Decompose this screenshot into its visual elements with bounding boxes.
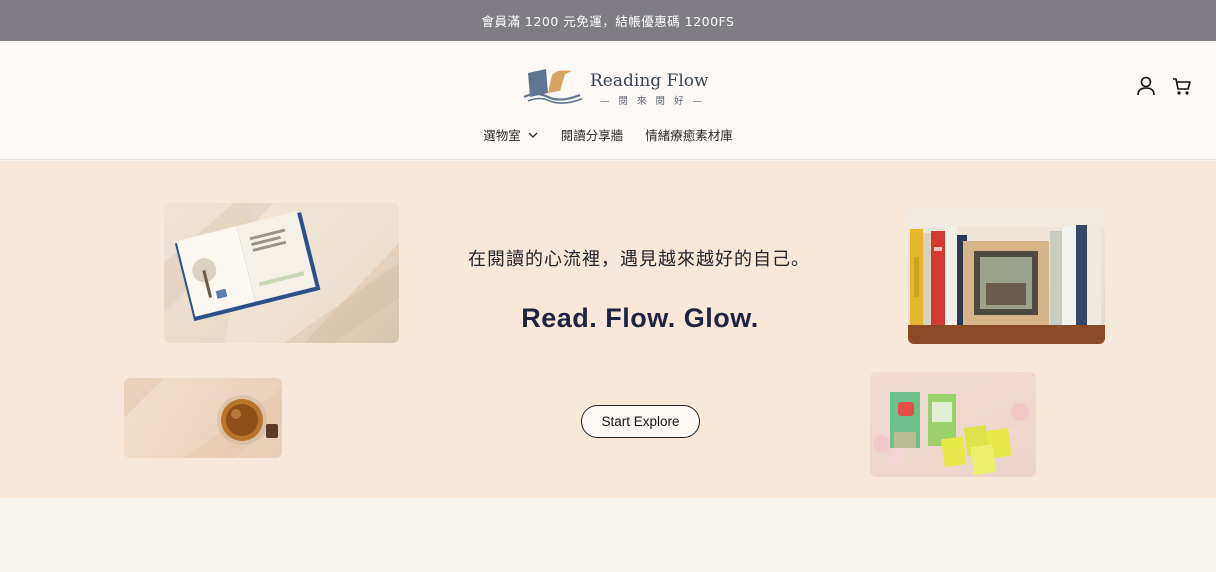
book-logo-icon [523,69,583,104]
hero-title: Read. Flow. Glow. [521,303,759,333]
site-header: Reading Flow — 閱 來 閱 好 — 選物室 閱讀分享牆 情緒療癒素… [0,41,1216,160]
brand-tagline: — 閱 來 閱 好 — [600,96,706,107]
chevron-down-icon [528,132,538,138]
nav-item-label: 選物室 [483,128,521,143]
hero-banner: 在閱讀的心流裡，遇見越來越好的自己。 Read. Flow. Glow. Sta… [0,161,1216,498]
brand-logo[interactable]: Reading Flow — 閱 來 閱 好 — [522,63,709,107]
main-nav: 選物室 閱讀分享牆 情緒療癒素材庫 [0,125,1216,144]
cart-icon[interactable] [1170,74,1194,98]
nav-item-label: 情緒療癒素材庫 [645,128,733,143]
nav-item-label: 閱讀分享牆 [560,128,624,143]
announcement-bar: 會員滿 1200 元免運，結帳優惠碼 1200FS [0,0,1216,41]
announcement-text: 會員滿 1200 元免運，結帳優惠碼 1200FS [481,14,735,29]
brand-name: Reading Flow [590,71,709,91]
card-deck-photo [870,372,1036,477]
nav-item-shop[interactable]: 選物室 [483,125,539,144]
start-explore-button[interactable]: Start Explore [581,405,700,438]
user-icon[interactable] [1134,74,1158,98]
hero-subtitle: 在閱讀的心流裡，遇見越來越好的自己。 [468,249,810,270]
nav-item-healing-library[interactable]: 情緒療癒素材庫 [645,125,733,144]
tea-cup-photo [124,378,282,458]
nav-item-reading-wall[interactable]: 閱讀分享牆 [561,125,624,144]
